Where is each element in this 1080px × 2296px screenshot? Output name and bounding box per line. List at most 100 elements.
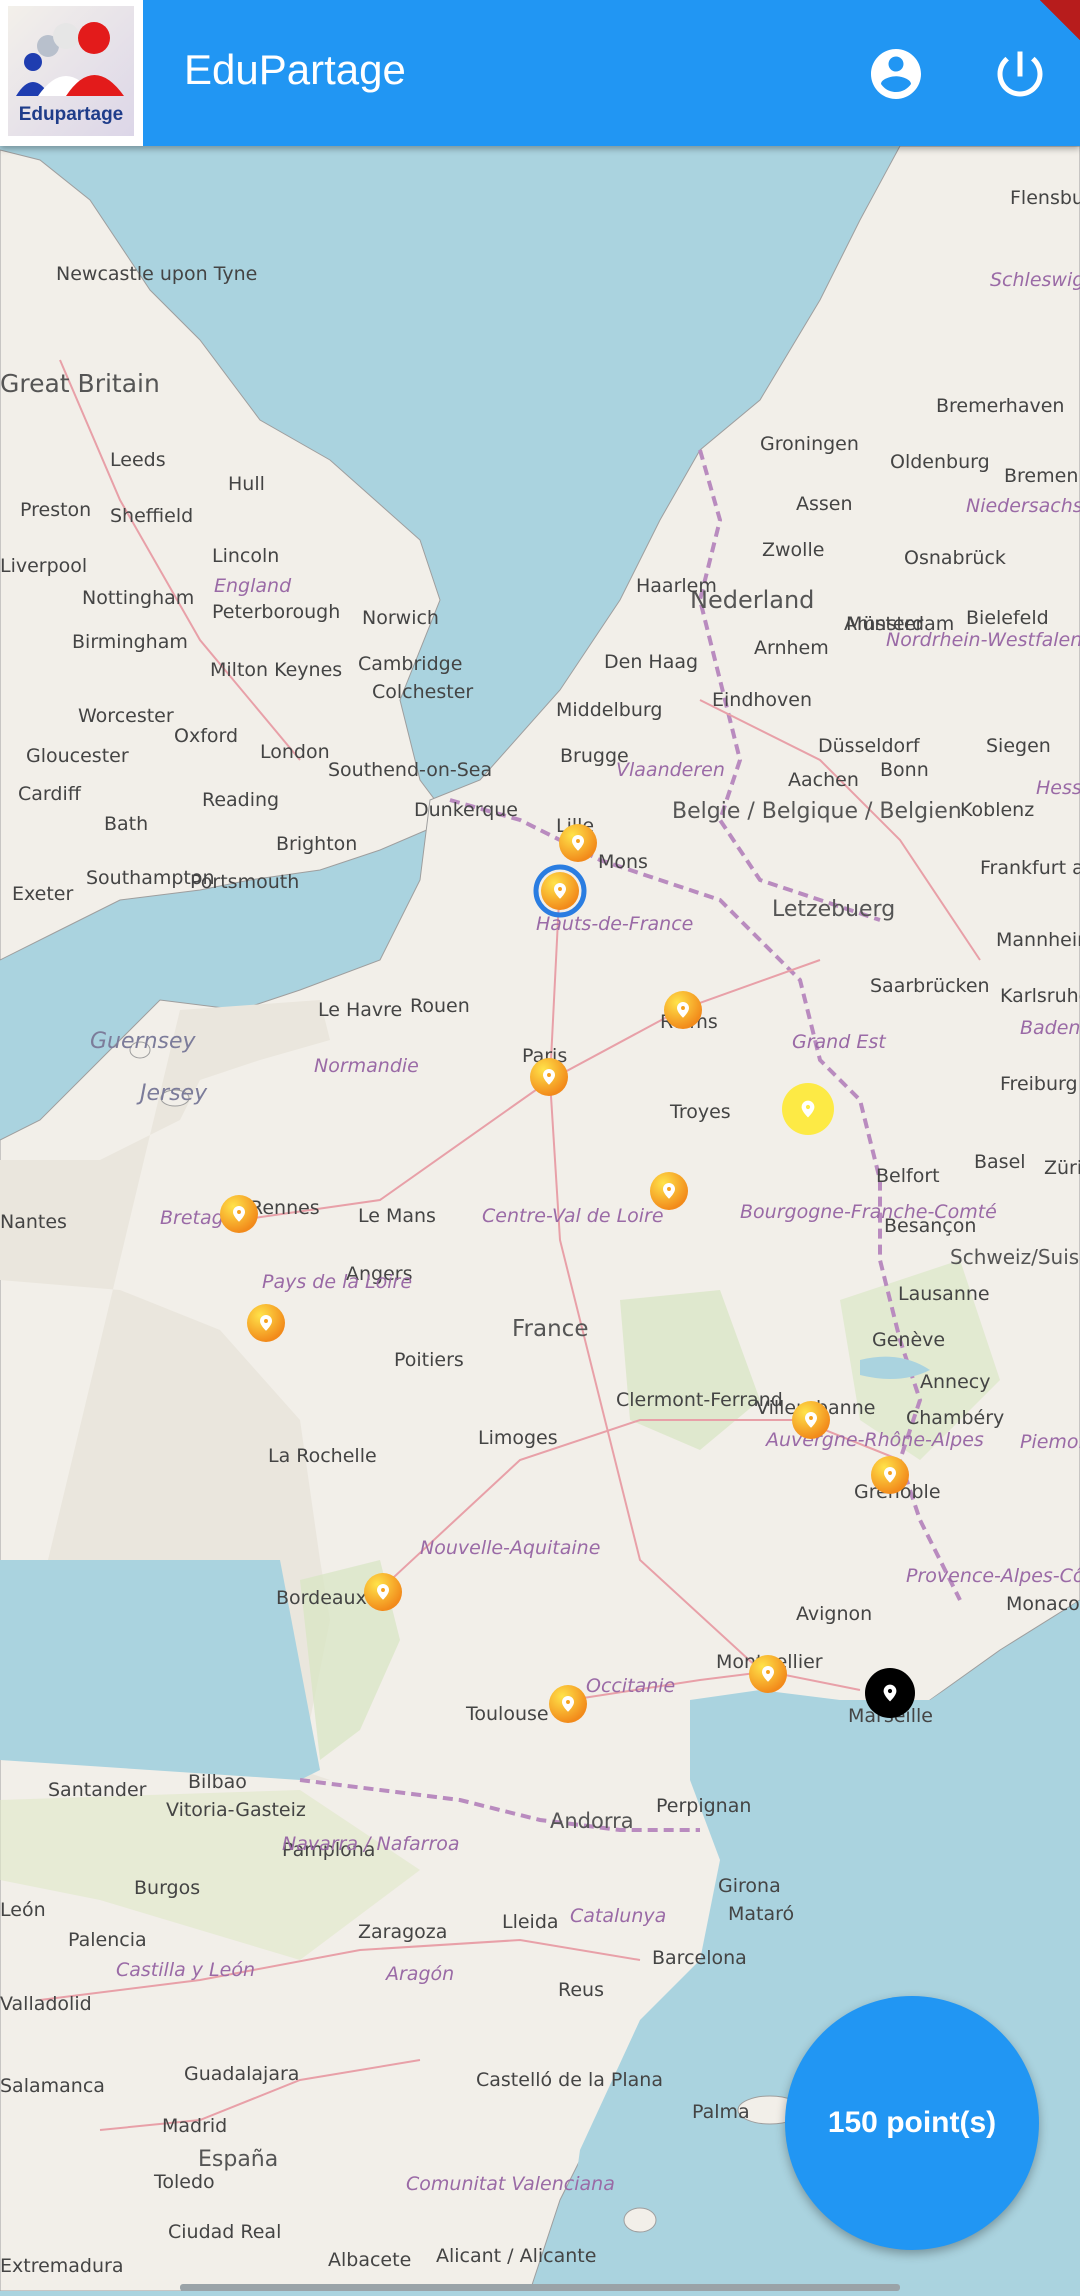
city-label: Guadalajara — [184, 2063, 299, 2085]
region-label: Catalunya — [570, 1905, 666, 1927]
city-label: Le Havre — [318, 999, 402, 1021]
city-label: Lleida — [502, 1911, 559, 1933]
city-label: Annecy — [920, 1371, 990, 1393]
country-label: Great Britain — [0, 369, 160, 398]
city-label: Toulouse — [465, 1703, 549, 1725]
map-marker[interactable] — [749, 1655, 787, 1693]
region-label: England — [214, 575, 292, 597]
city-label: Groningen — [760, 433, 859, 455]
city-label: Basel — [974, 1151, 1026, 1173]
gesture-bar — [180, 2284, 900, 2291]
city-label: Ciudad Real — [168, 2221, 281, 2243]
profile-button[interactable] — [866, 44, 926, 104]
region-label: Castilla y León — [116, 1959, 255, 1981]
map-marker[interactable] — [530, 1058, 568, 1096]
city-label: Reus — [558, 1979, 604, 2001]
city-label: Genève — [872, 1329, 945, 1351]
city-label: Perpignan — [656, 1795, 751, 1817]
city-label: Bordeaux — [276, 1587, 367, 1609]
region-label: Schleswig-Holstein — [990, 269, 1080, 291]
region-label: Provence-Alpes-Côte d'Azur — [906, 1565, 1080, 1587]
city-label: Bielefeld — [966, 607, 1049, 629]
power-icon — [997, 51, 1043, 97]
city-label: Portsmouth — [190, 871, 299, 893]
logout-button[interactable] — [990, 44, 1050, 104]
city-label: Gloucester — [26, 745, 129, 767]
app-bar: Edupartage EduPartage — [0, 0, 1080, 146]
city-label: Assen — [796, 493, 853, 515]
region-label: Aragón — [384, 1963, 454, 1985]
city-label: Lausanne — [898, 1283, 990, 1305]
points-count-button[interactable]: 150 point(s) — [785, 1996, 1039, 2250]
map-marker[interactable] — [871, 1456, 909, 1494]
map-marker[interactable] — [782, 1083, 834, 1135]
region-label: Baden-Württemberg — [1020, 1017, 1080, 1039]
city-label: Cambridge — [358, 653, 462, 675]
city-label: Bonn — [880, 759, 929, 781]
city-label: Mons — [598, 851, 648, 873]
city-label: Sheffield — [110, 505, 193, 527]
city-label: Liverpool — [0, 555, 87, 577]
city-label: Burgos — [134, 1877, 200, 1899]
logo-text: Edupartage — [18, 104, 124, 125]
city-label: Zaragoza — [358, 1921, 447, 1943]
map-marker[interactable] — [865, 1668, 915, 1718]
city-label: Frankfurt am Main — [980, 857, 1080, 879]
map-marker[interactable] — [559, 824, 597, 862]
city-label: Siegen — [986, 735, 1051, 757]
map-marker[interactable] — [364, 1573, 402, 1611]
city-label: Castelló de la Plana — [476, 2069, 663, 2091]
city-label: Palma — [692, 2101, 750, 2123]
city-label: London — [260, 741, 330, 763]
app-title: EduPartage — [184, 46, 406, 93]
logo-image: Edupartage — [8, 6, 134, 136]
city-label: La Rochelle — [268, 1445, 377, 1467]
city-label: Avignon — [796, 1603, 872, 1625]
city-label: Alicant / Alicante — [436, 2245, 596, 2267]
region-label: Niedersachsen — [966, 495, 1080, 517]
region-label: Grand Est — [792, 1031, 887, 1053]
city-label: Reading — [202, 789, 279, 811]
region-label: Occitanie — [586, 1675, 675, 1697]
country-label: Belgie / Belgique / Belgien — [672, 799, 962, 824]
region-label: Centre-Val de Loire — [482, 1205, 664, 1227]
city-label: Hull — [228, 473, 265, 495]
region-label: Comunitat Valenciana — [406, 2173, 615, 2195]
city-label: Albacete — [328, 2249, 411, 2271]
city-label: Eindhoven — [712, 689, 812, 711]
map-marker[interactable] — [549, 1685, 587, 1723]
city-label: Birmingham — [72, 631, 188, 653]
city-label: Leeds — [110, 449, 166, 471]
city-label: Monaco — [1006, 1593, 1080, 1615]
country-label: España — [198, 2147, 278, 2172]
city-label: Madrid — [162, 2115, 227, 2137]
city-label: Vitoria-Gasteiz — [166, 1799, 306, 1821]
map-marker[interactable] — [533, 864, 587, 918]
city-label: Bremen — [1004, 465, 1078, 487]
city-label: Zwolle — [762, 539, 824, 561]
city-label: Middelburg — [556, 699, 662, 721]
city-label: Girona — [718, 1875, 781, 1897]
map-marker[interactable] — [664, 991, 702, 1029]
debug-banner — [1040, 0, 1080, 40]
city-label: Zürich — [1044, 1157, 1080, 1179]
map-marker[interactable] — [247, 1304, 285, 1342]
city-label: Toledo — [153, 2171, 215, 2193]
region-label: Guernsey — [90, 1029, 197, 1054]
city-label: Santander — [48, 1779, 147, 1801]
city-label: Rennes — [250, 1197, 320, 1219]
app-logo[interactable]: Edupartage — [0, 0, 143, 146]
map-view[interactable]: Great Britain Nederland Belgie / Belgiqu… — [0, 145, 1080, 2292]
city-label: Bath — [104, 813, 148, 835]
country-label: Schweiz/Suisse/Svizzera — [950, 1245, 1080, 1269]
map-marker[interactable] — [792, 1401, 830, 1439]
map-marker[interactable] — [220, 1195, 258, 1233]
city-label: Aachen — [788, 769, 859, 791]
country-label: France — [512, 1316, 588, 1342]
city-label: Lincoln — [212, 545, 279, 567]
city-label: Cardiff — [18, 783, 82, 805]
region-label: Normandie — [314, 1055, 419, 1077]
map-marker[interactable] — [650, 1172, 688, 1210]
city-label: Salamanca — [0, 2075, 105, 2097]
region-label: Bourgogne-Franche-Comté — [740, 1201, 997, 1223]
